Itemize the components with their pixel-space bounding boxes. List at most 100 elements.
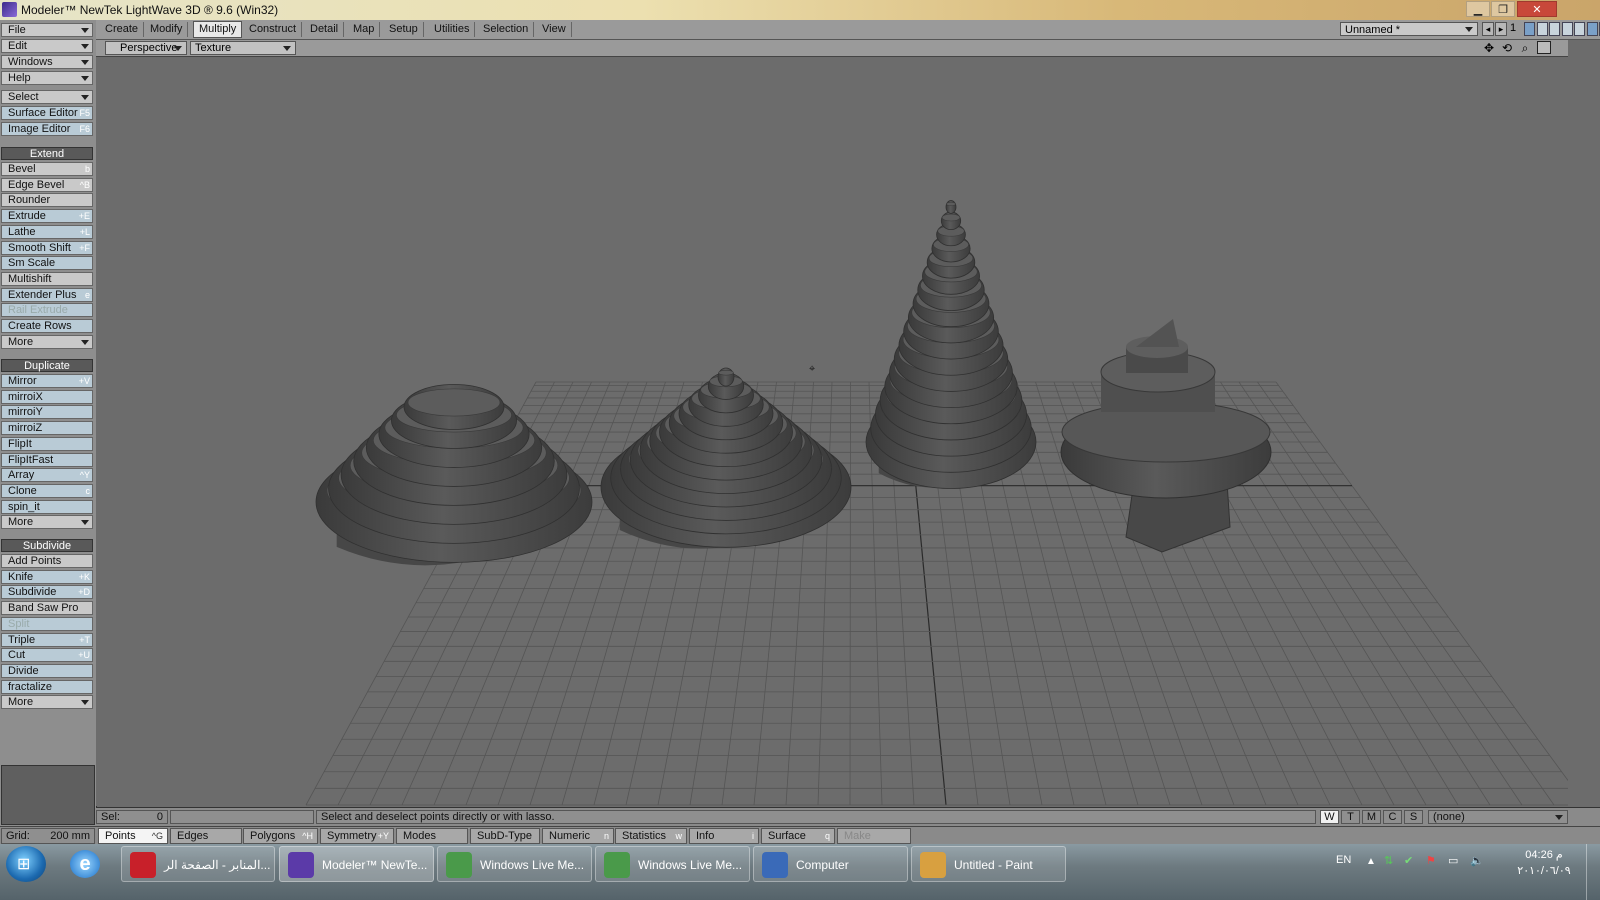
layer-button[interactable] [1549, 22, 1560, 36]
tab-view[interactable]: View [537, 22, 572, 37]
tool-rail-extrude[interactable]: Rail Extrude [1, 303, 93, 318]
action-center-icon[interactable]: ⚑ [1426, 854, 1436, 867]
security-icon[interactable]: ✔ [1404, 854, 1413, 867]
tool-spin_it[interactable]: spin_it [1, 499, 93, 514]
tool-mirroiz[interactable]: mirroiZ [1, 421, 93, 436]
render-mode-dropdown[interactable]: Texture [190, 41, 296, 55]
menu-help[interactable]: Help [1, 71, 93, 85]
mode-modes[interactable]: Modes [396, 828, 468, 844]
tool-extender-plus[interactable]: Extender Plus e [1, 287, 93, 302]
zoom-view-icon[interactable]: ⌕ [1517, 41, 1533, 55]
taskbar-item[interactable]: Windows Live Me... [595, 846, 750, 882]
select-menu[interactable]: Select [1, 90, 93, 104]
layer-button[interactable] [1561, 22, 1573, 36]
next-layer-button[interactable]: ▸ [1495, 22, 1507, 36]
tab-detail[interactable]: Detail [305, 22, 345, 37]
tab-map[interactable]: Map [348, 22, 381, 37]
mode-edges[interactable]: Edges [170, 828, 242, 844]
taskbar-item[interactable]: Computer [753, 846, 908, 882]
start-button[interactable]: ⊞ [6, 846, 46, 882]
editor-surface-editor[interactable]: Surface Editor F5 [1, 106, 93, 120]
clock-time[interactable]: 04:26 م [1514, 848, 1574, 861]
tool-divide[interactable]: Divide [1, 663, 93, 678]
tool-subdivide[interactable]: Subdivide +D [1, 585, 93, 600]
subdivide-more-button[interactable]: More [1, 695, 93, 710]
layer-button[interactable] [1536, 22, 1548, 36]
mode-info[interactable]: Info i [689, 828, 759, 844]
tool-bevel[interactable]: Bevel b [1, 162, 93, 176]
mode-polygons[interactable]: Polygons ^H [243, 828, 318, 844]
maximize-button[interactable]: ❐ [1491, 1, 1515, 17]
toggle-c[interactable]: C [1383, 810, 1402, 824]
toggle-m[interactable]: M [1362, 810, 1381, 824]
tab-construct[interactable]: Construct [244, 22, 303, 37]
tab-utilities[interactable]: Utilities [429, 22, 476, 37]
show-hidden-icons[interactable]: ▲ [1366, 856, 1376, 867]
object-selector[interactable]: Unnamed * [1340, 22, 1478, 36]
network-icon[interactable]: ⇅ [1384, 854, 1393, 867]
perspective-viewport[interactable]: ⌖ [96, 57, 1568, 806]
tool-split[interactable]: Split [1, 616, 93, 631]
tool-array[interactable]: Array ^Y [1, 468, 93, 483]
mode-symmetry[interactable]: Symmetry +Y [320, 828, 394, 844]
tab-selection[interactable]: Selection [478, 22, 535, 37]
taskbar-item[interactable]: Untitled - Paint [911, 846, 1066, 882]
tab-create[interactable]: Create [100, 22, 145, 37]
tool-triple[interactable]: Triple +T [1, 632, 93, 647]
prev-layer-button[interactable]: ◂ [1482, 22, 1494, 36]
tab-setup[interactable]: Setup [384, 22, 424, 37]
toggle-s[interactable]: S [1404, 810, 1423, 824]
tool-knife[interactable]: Knife +K [1, 569, 93, 584]
display-icon[interactable]: ▭ [1448, 854, 1458, 867]
mode-surface[interactable]: Surface q [761, 828, 835, 844]
maximize-viewport-icon[interactable] [1537, 41, 1551, 54]
tool-multishift[interactable]: Multishift [1, 271, 93, 286]
tool-fractalize[interactable]: fractalize [1, 679, 93, 694]
tool-flipit[interactable]: FlipIt [1, 436, 93, 451]
mode-numeric[interactable]: Numeric n [542, 828, 614, 844]
mode-statistics[interactable]: Statistics w [615, 828, 687, 844]
move-view-icon[interactable]: ✥ [1481, 41, 1497, 55]
tab-modify[interactable]: Modify [145, 22, 189, 37]
toggle-w[interactable]: W [1320, 810, 1339, 824]
volume-icon[interactable]: 🔈 [1470, 854, 1484, 867]
show-desktop-button[interactable] [1586, 844, 1600, 900]
extend-more-button[interactable]: More [1, 334, 93, 349]
tab-multiply[interactable]: Multiply [193, 21, 243, 38]
tool-smooth-shift[interactable]: Smooth Shift +F [1, 240, 93, 255]
tool-flipitfast[interactable]: FlipItFast [1, 452, 93, 467]
tool-mirror[interactable]: Mirror +V [1, 374, 93, 388]
view-type-dropdown[interactable]: Perspective [105, 41, 187, 55]
rotate-view-icon[interactable]: ⟲ [1499, 41, 1515, 55]
close-button[interactable]: ✕ [1517, 1, 1557, 17]
menu-windows[interactable]: Windows [1, 55, 93, 69]
surface-dropdown[interactable]: (none) [1428, 810, 1568, 824]
tool-mirroiy[interactable]: mirroiY [1, 405, 93, 420]
tool-lathe[interactable]: Lathe +L [1, 224, 93, 239]
menu-file[interactable]: File [1, 23, 93, 37]
layer-button[interactable] [1586, 22, 1598, 36]
language-indicator[interactable]: EN [1336, 854, 1351, 866]
clock-date[interactable]: ٢٠١٠/٠٦/٠٩ [1506, 864, 1582, 877]
tool-edge-bevel[interactable]: Edge Bevel ^B [1, 177, 93, 192]
minimize-button[interactable]: ▁ [1466, 1, 1490, 17]
duplicate-more-button[interactable]: More [1, 515, 93, 530]
editor-image-editor[interactable]: Image Editor F6 [1, 122, 93, 136]
tool-rounder[interactable]: Rounder [1, 193, 93, 208]
tool-extrude[interactable]: Extrude +E [1, 209, 93, 224]
mode-points[interactable]: Points ^G [98, 828, 168, 844]
internet-explorer-icon[interactable]: e [70, 850, 100, 878]
layer-button[interactable] [1524, 22, 1535, 36]
tool-cut[interactable]: Cut +U [1, 648, 93, 663]
layer-button[interactable] [1574, 22, 1585, 36]
tool-add-points[interactable]: Add Points [1, 554, 93, 568]
tool-band-saw-pro[interactable]: Band Saw Pro [1, 601, 93, 616]
taskbar-item[interactable]: Modeler™ NewTe... [279, 846, 434, 882]
taskbar-item[interactable]: Windows Live Me... [437, 846, 592, 882]
tool-mirroix[interactable]: mirroiX [1, 389, 93, 404]
mode-subd-type[interactable]: SubD-Type [470, 828, 540, 844]
tool-clone[interactable]: Clone c [1, 483, 93, 498]
toggle-t[interactable]: T [1341, 810, 1360, 824]
mode-make[interactable]: Make [837, 828, 911, 844]
menu-edit[interactable]: Edit [1, 39, 93, 53]
